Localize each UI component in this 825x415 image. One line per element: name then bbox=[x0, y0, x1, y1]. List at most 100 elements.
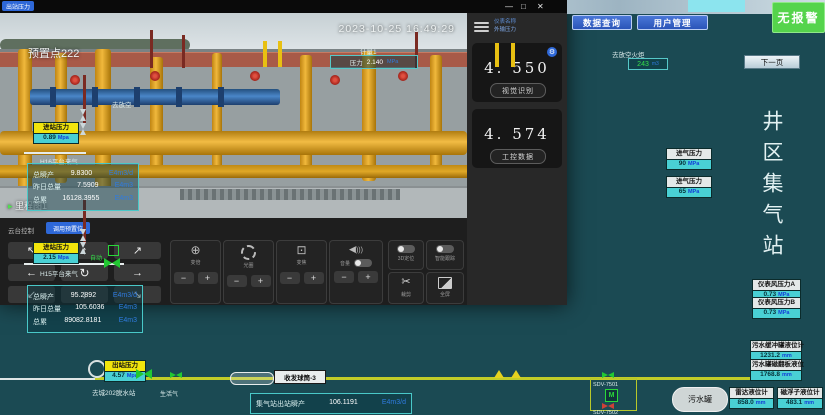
pig-receiver-tag: 收发球筒-3 bbox=[274, 370, 326, 384]
menu-icon[interactable] bbox=[474, 20, 489, 34]
no-alarm-badge: 无报警 bbox=[772, 2, 825, 33]
station-outflow-box: 集气站出站瞬产106.1191E4m3/d bbox=[250, 393, 412, 414]
maximize-button[interactable]: □ bbox=[521, 0, 526, 13]
next-page-label: 下一页 bbox=[761, 57, 784, 68]
zoom-label: 变倍 bbox=[171, 259, 220, 266]
auto-mode-label: 自动 bbox=[90, 253, 102, 262]
volume-plus-button[interactable]: + bbox=[358, 271, 378, 283]
gas-pressure-b-title: 进气压力 bbox=[666, 176, 712, 188]
outlet-valve-icon[interactable] bbox=[170, 372, 182, 378]
video-valve-wheel bbox=[398, 71, 408, 81]
ptz-right-button[interactable]: → bbox=[114, 264, 161, 281]
video-flange bbox=[50, 87, 56, 107]
header-photo-cyan-block bbox=[688, 0, 745, 12]
iris-group: 光圈 − + bbox=[223, 240, 274, 304]
titlebar-tag: 出站压力 bbox=[2, 1, 34, 11]
zoom-minus-button[interactable]: − bbox=[174, 272, 194, 284]
well-stats-2: 总瞬产95.2892E4m3/d 昨日总量105.6036E4m3 总累8908… bbox=[27, 285, 143, 333]
riser-valve-icon bbox=[80, 123, 86, 135]
sdv-top-valve-icon[interactable] bbox=[602, 372, 614, 378]
ptz-caption: 云台控制 bbox=[8, 225, 34, 235]
inlet-pressure-2-title: 进站压力 bbox=[33, 242, 79, 254]
inlet-pressure-1-unit: Mpa bbox=[58, 135, 69, 141]
video-flange bbox=[218, 87, 224, 107]
stats-row: 总累16128.3955E4m3 bbox=[33, 195, 133, 205]
float-level-title: 磁浮子液位计 bbox=[777, 387, 823, 399]
stats-row: 总瞬产9.8300E4m3/d bbox=[33, 170, 133, 180]
plc-data-button[interactable]: 工控数据 bbox=[490, 149, 546, 164]
video-flange bbox=[176, 87, 182, 107]
riser-valve-icon bbox=[80, 109, 86, 121]
video-grating bbox=[180, 189, 400, 200]
meter-pressure-caption: 压力 bbox=[350, 57, 363, 67]
iris-minus-button[interactable]: − bbox=[227, 275, 247, 287]
focus-plus-button[interactable]: + bbox=[304, 272, 324, 284]
minimize-button[interactable]: — bbox=[505, 0, 513, 13]
meter-caption-line1: 仪表名称 bbox=[494, 19, 516, 27]
meter-1-pressure-box: 压力 2.140 MPa bbox=[330, 55, 418, 69]
sdv-bottom-label: SDV-7502 bbox=[593, 410, 618, 415]
video-pipe bbox=[212, 53, 222, 173]
instrument-air-b-title: 仪表风压力B bbox=[752, 297, 801, 309]
sdv-top-label: SDV-7501 bbox=[593, 382, 618, 388]
video-timestamp: 2023-10-25 16:49:29 bbox=[339, 23, 456, 35]
video-flange bbox=[134, 87, 140, 107]
riser-valve-icon bbox=[80, 242, 86, 254]
picture-icon bbox=[438, 277, 452, 289]
focus-minus-button[interactable]: − bbox=[280, 272, 300, 284]
outlet-valve-icon[interactable] bbox=[136, 369, 152, 379]
scada-screen: 首页 因果联锁图 参数设置 数据汇总 生产报表 趋势曲线 报警查询 事件记录 数… bbox=[0, 0, 825, 415]
tank-level-value: 1768.8mm bbox=[750, 371, 802, 382]
visual-reading-value: 4. 550 bbox=[472, 59, 562, 77]
gas-pressure-a-value: 90MPa bbox=[666, 160, 712, 171]
meter-caption-line2: 外输压力 bbox=[494, 27, 516, 35]
snip-button[interactable]: ✂ 裁剪 bbox=[388, 272, 424, 304]
source-label-h15: H15平台来气 bbox=[40, 268, 78, 278]
float-level-value: 483.1mm bbox=[777, 399, 823, 410]
inlet-pressure-2-unit: Mpa bbox=[58, 255, 69, 261]
inlet-valve-icon[interactable] bbox=[104, 258, 120, 268]
volume-toggle[interactable] bbox=[354, 259, 372, 267]
play-icon: ▸ bbox=[8, 201, 13, 211]
tank-level-title: 污水罐磁翻板液位 bbox=[750, 359, 802, 371]
iris-plus-button[interactable]: + bbox=[251, 275, 271, 287]
inlet-line-1 bbox=[24, 152, 86, 154]
smart-track-toggle-box: 智能跟踪 bbox=[426, 240, 464, 270]
stats-row: 昨日总量105.6036E4m3 bbox=[33, 304, 137, 314]
yellow-riser bbox=[495, 43, 499, 67]
volume-minus-button[interactable]: − bbox=[334, 271, 354, 283]
nav-users[interactable]: 用户管理 bbox=[637, 15, 708, 30]
meter-caption: 仪表名称 外输压力 bbox=[494, 19, 516, 34]
video-pipe bbox=[300, 55, 312, 173]
insulating-joint-icon bbox=[494, 370, 504, 378]
iris-icon bbox=[241, 245, 256, 260]
stats-row: 总累89082.8181E4m3 bbox=[33, 317, 137, 327]
inlet-pressure-1: 进站压力 0.89Mpa bbox=[33, 122, 79, 144]
next-page-button[interactable]: 下一页 bbox=[744, 55, 800, 69]
float-level-box: 磁浮子液位计 483.1mm bbox=[777, 387, 823, 409]
sewage-tank: 污水罐 bbox=[672, 387, 728, 412]
meter-pressure-unit: MPa bbox=[387, 59, 398, 65]
zoom-plus-button[interactable]: + bbox=[198, 272, 218, 284]
nav-data-query[interactable]: 数据查询 bbox=[572, 15, 632, 30]
stats-row: 总瞬产95.2892E4m3/d bbox=[33, 292, 137, 302]
sdv-bottom-valve-icon[interactable] bbox=[602, 403, 614, 409]
insulating-joint-icon bbox=[511, 370, 521, 378]
smart-track-toggle[interactable] bbox=[436, 245, 454, 253]
iris-label: 光圈 bbox=[224, 262, 273, 269]
riser-valve-icon bbox=[80, 229, 86, 241]
buffer-tank-level-title: 污水缓冲罐液位计 bbox=[750, 340, 802, 352]
close-button[interactable]: ✕ bbox=[537, 0, 544, 13]
yellow-riser bbox=[263, 41, 267, 67]
window-titlebar[interactable]: 出站压力 — □ ✕ bbox=[0, 0, 567, 13]
video-valve-wheel bbox=[330, 75, 340, 85]
fullscreen-button[interactable]: 全屏 bbox=[426, 272, 464, 304]
yellow-riser bbox=[278, 41, 282, 67]
visual-recognition-button[interactable]: 视觉识别 bbox=[490, 83, 546, 98]
3d-position-toggle[interactable] bbox=[397, 245, 415, 253]
radar-level-title: 雷达液位计 bbox=[729, 387, 774, 399]
ptz-up-right-button[interactable]: ↗ bbox=[114, 242, 161, 259]
gear-icon[interactable]: ⚙ bbox=[547, 47, 557, 57]
visual-reading-card: ⚙ 4. 550 视觉识别 bbox=[472, 43, 562, 102]
inlet-pressure-2: 进站压力 2.15Mpa bbox=[33, 242, 79, 264]
